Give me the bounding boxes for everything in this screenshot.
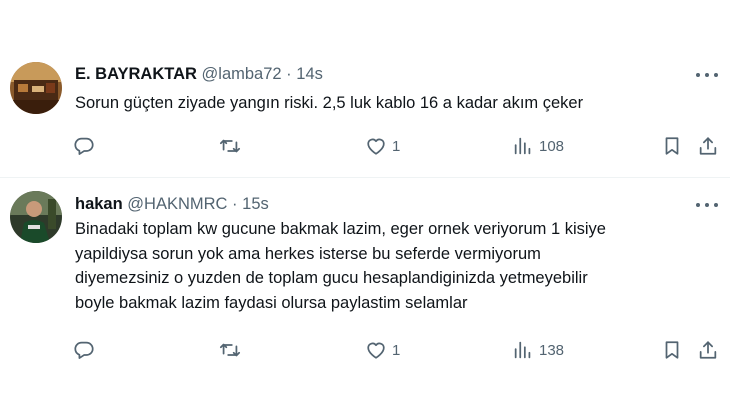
retweet-icon: [219, 343, 241, 357]
more-icon[interactable]: [696, 66, 718, 84]
view-count: 138: [539, 341, 565, 359]
reply-button[interactable]: [73, 133, 95, 159]
views-icon: [514, 341, 531, 359]
tweet-text: Binadaki toplam kw gucune bakmak lazim, …: [75, 217, 710, 315]
share-icon: [699, 137, 717, 155]
like-count: 1: [392, 341, 401, 359]
retweet-icon: [219, 139, 241, 153]
bookmark-button[interactable]: [661, 133, 683, 159]
views-icon: [514, 137, 531, 155]
like-button[interactable]: 1: [365, 337, 400, 363]
timestamp[interactable]: 14s: [296, 65, 323, 83]
tweet-header: hakan @HAKNMRC · 15s: [75, 194, 690, 214]
heart-icon: [367, 138, 385, 155]
bookmark-button[interactable]: [661, 337, 683, 363]
avatar[interactable]: [10, 191, 62, 243]
tweet-header: E. BAYRAKTAR @lamba72 · 14s: [75, 64, 690, 84]
avatar[interactable]: [10, 62, 62, 114]
tweet[interactable]: hakan @HAKNMRC · 15s Binadaki toplam kw …: [0, 178, 730, 374]
separator: ·: [232, 195, 238, 213]
reply-button[interactable]: [73, 337, 95, 363]
tweet-text-line: Sorun güçten ziyade yangın riski. 2,5 lu…: [75, 94, 584, 112]
like-count: 1: [392, 137, 401, 155]
bookmark-icon: [665, 341, 679, 359]
reply-icon: [74, 137, 94, 155]
share-icon: [699, 341, 717, 359]
action-bar: 1 108: [0, 133, 730, 159]
user-handle[interactable]: @HAKNMRC: [127, 195, 227, 213]
separator: ·: [286, 65, 292, 83]
reply-icon: [74, 341, 94, 359]
display-name[interactable]: hakan: [75, 195, 123, 213]
share-button[interactable]: [697, 133, 719, 159]
retweet-button[interactable]: [219, 337, 241, 363]
tweet-text: Sorun güçten ziyade yangın riski. 2,5 lu…: [75, 91, 710, 115]
view-count: 108: [539, 137, 565, 155]
views-button[interactable]: 108: [512, 133, 564, 159]
user-handle[interactable]: @lamba72: [202, 65, 282, 83]
display-name[interactable]: E. BAYRAKTAR: [75, 65, 197, 83]
like-button[interactable]: 1: [365, 133, 400, 159]
views-button[interactable]: 138: [512, 337, 564, 363]
bookmark-icon: [665, 137, 679, 155]
share-button[interactable]: [697, 337, 719, 363]
tweet-text-line: boyle bakmak lazim faydasi olursa paylas…: [75, 293, 468, 312]
heart-icon: [367, 342, 385, 359]
action-bar: 1 138: [0, 337, 730, 363]
tweet-text-line: diyemezsiniz o yuzden de toplam gucu hes…: [75, 269, 588, 287]
tweet-text-line: yapildiysa sorun yok ama herkes isterse …: [75, 244, 541, 263]
tweet[interactable]: E. BAYRAKTAR @lamba72 · 14s Sorun güçten…: [0, 48, 730, 177]
retweet-button[interactable]: [219, 133, 241, 159]
tweet-text-line: Binadaki toplam kw gucune bakmak lazim, …: [75, 220, 606, 238]
more-icon[interactable]: [696, 196, 718, 214]
timestamp[interactable]: 15s: [242, 195, 269, 213]
